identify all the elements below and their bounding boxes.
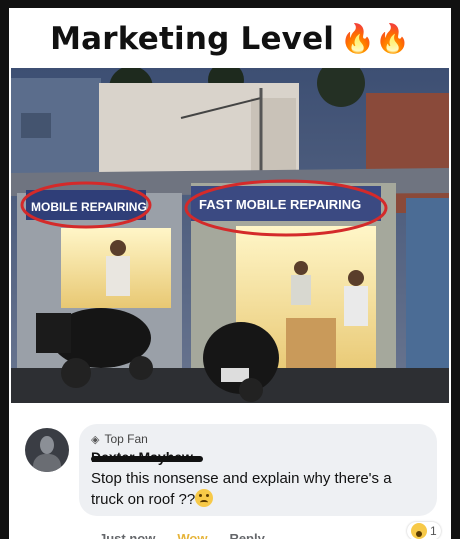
reaction-count-badge[interactable]: 1 xyxy=(407,522,441,539)
sign-left-text: MOBILE REPAIRING xyxy=(31,200,147,214)
comment-bubble: ◈ Top Fan Dexter Mayhew Stop this nonsen… xyxy=(79,424,437,516)
reaction-count: 1 xyxy=(430,524,437,538)
avatar[interactable] xyxy=(25,428,69,472)
badge-label: Top Fan xyxy=(104,432,148,446)
confused-face-icon xyxy=(195,489,214,507)
wow-reaction-button[interactable]: Wow xyxy=(177,531,207,539)
redaction-scribble xyxy=(91,456,203,462)
comment-author[interactable]: Dexter Mayhew xyxy=(91,449,425,466)
top-fan-badge: ◈ Top Fan xyxy=(91,432,425,446)
timestamp: Just now xyxy=(99,531,156,539)
post-frame: Marketing Level 🔥🔥 MOBILE REPAIRING FAST… xyxy=(0,0,460,539)
wow-face-icon xyxy=(411,523,427,539)
post-card: Marketing Level 🔥🔥 MOBILE REPAIRING FAST… xyxy=(9,8,451,539)
comment-text: Stop this nonsense and explain why there… xyxy=(91,469,425,510)
shop-photo-illustration: MOBILE REPAIRING FAST MOBILE REPAIRING xyxy=(11,68,449,403)
scooter-right xyxy=(203,322,279,394)
comment-body: Stop this nonsense and explain why there… xyxy=(91,470,392,508)
comment: ◈ Top Fan Dexter Mayhew Stop this nonsen… xyxy=(9,406,451,539)
title-text: Marketing Level xyxy=(50,21,335,57)
avatar-body xyxy=(33,454,61,472)
reply-button[interactable]: Reply xyxy=(229,531,264,539)
shop-photo: MOBILE REPAIRING FAST MOBILE REPAIRING xyxy=(11,68,449,403)
diamond-icon: ◈ xyxy=(91,433,100,446)
fire-emoji-icon: 🔥🔥 xyxy=(340,23,410,54)
sign-right-text: FAST MOBILE REPAIRING xyxy=(199,197,361,212)
post-title: Marketing Level 🔥🔥 xyxy=(9,14,451,64)
comment-actions: Just now Wow Reply xyxy=(99,531,265,539)
avatar-head xyxy=(40,436,54,454)
